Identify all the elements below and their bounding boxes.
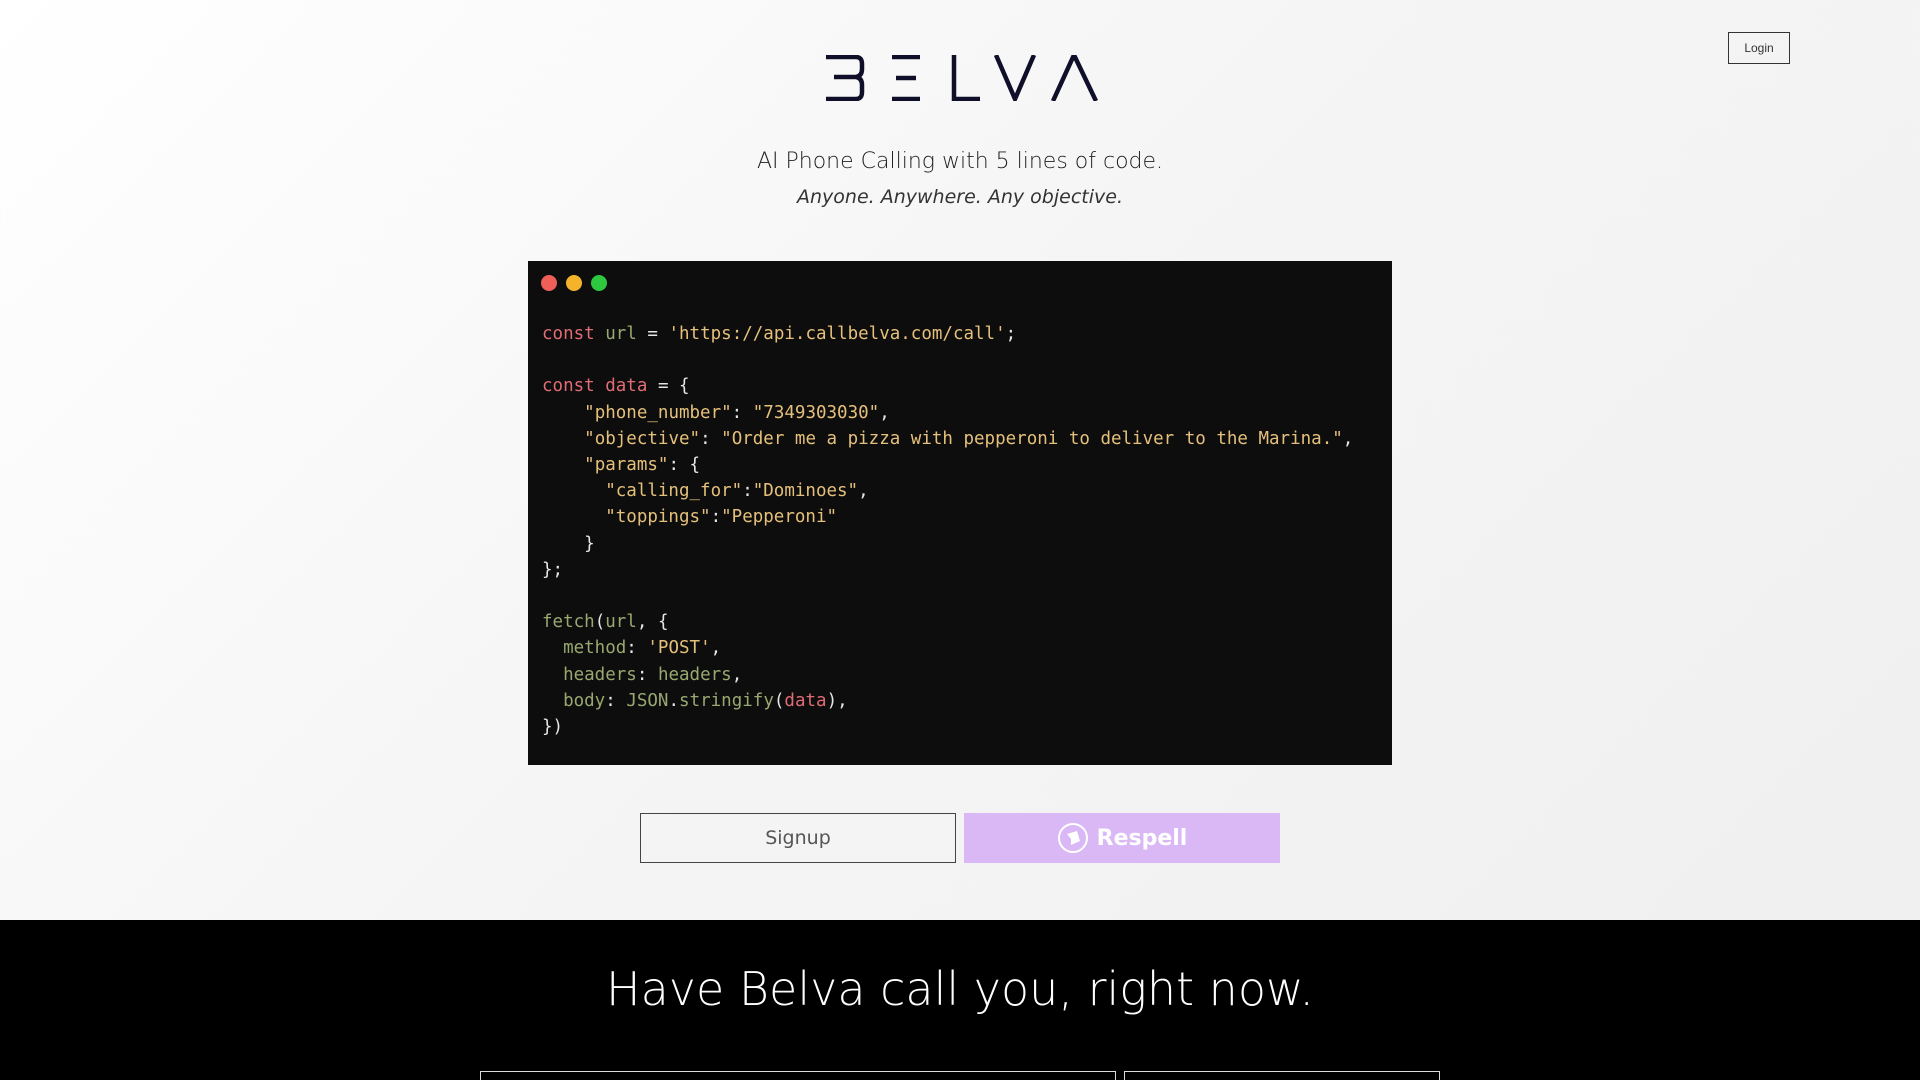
respell-button[interactable]: Respell <box>964 813 1280 863</box>
hero-subtagline: Anyone. Anywhere. Any objective. <box>797 186 1123 208</box>
call-me-title: Have Belva call you, right now. <box>605 962 1314 1016</box>
respell-label: Respell <box>1096 825 1188 851</box>
window-controls <box>541 275 607 291</box>
signup-button[interactable]: Signup <box>640 813 956 863</box>
login-button[interactable]: Login <box>1728 32 1790 64</box>
minimize-dot-icon <box>566 275 582 291</box>
call-me-submit-button[interactable] <box>1124 1071 1440 1080</box>
maximize-dot-icon <box>591 275 607 291</box>
hero-tagline: AI Phone Calling with 5 lines of code. <box>756 149 1164 174</box>
respell-logo-icon <box>1057 823 1088 853</box>
phone-number-input[interactable] <box>480 1071 1116 1080</box>
belva-logo <box>826 55 1098 101</box>
close-dot-icon <box>541 275 557 291</box>
code-window: const url = 'https://api.callbelva.com/c… <box>528 261 1392 765</box>
code-snippet: const url = 'https://api.callbelva.com/c… <box>542 324 1354 738</box>
